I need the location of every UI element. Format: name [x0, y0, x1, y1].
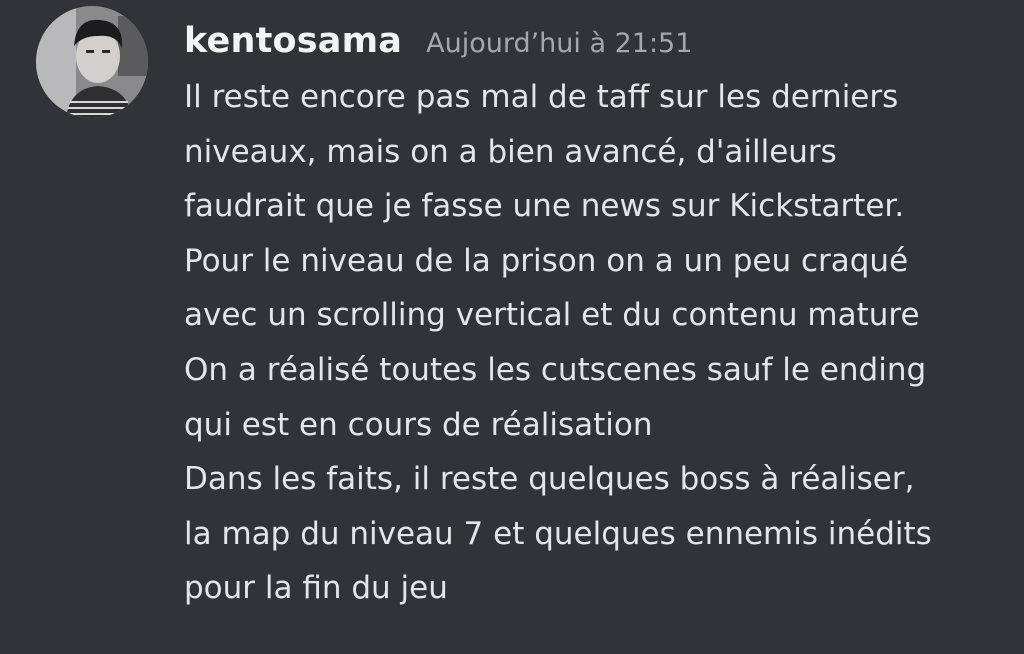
message-line: Il reste encore pas mal de taff sur les …: [184, 79, 899, 115]
user-avatar[interactable]: [36, 6, 148, 118]
message-line: niveaux, mais on a bien avancé, d'ailleu…: [184, 133, 837, 170]
username[interactable]: kentosama: [184, 14, 402, 68]
message-line: Dans les faits, il reste quelques boss à…: [184, 461, 915, 498]
message-header: kentosama Aujourd’hui à 21:51: [184, 14, 692, 68]
avatar-photo-icon: [36, 6, 148, 118]
message-line: qui est en cours de réalisation: [184, 406, 653, 443]
message-line: Pour le niveau de la prison on a un peu …: [184, 242, 909, 279]
message-line: avec un scrolling vertical et du contenu…: [184, 297, 920, 334]
timestamp[interactable]: Aujourd’hui à 21:51: [426, 17, 692, 71]
message-content: Il reste encore pas mal de taff sur les …: [184, 70, 1014, 616]
chat-message: kentosama Aujourd’hui à 21:51 Il reste e…: [0, 0, 1024, 654]
message-line: la map du niveau 7 et quelques ennemis i…: [184, 515, 932, 552]
message-line: On a réalisé toutes les cutscenes sauf l…: [184, 351, 927, 388]
message-line: pour la fin du jeu: [184, 570, 448, 607]
message-line: faudrait que je fasse une news sur Kicks…: [184, 188, 905, 225]
